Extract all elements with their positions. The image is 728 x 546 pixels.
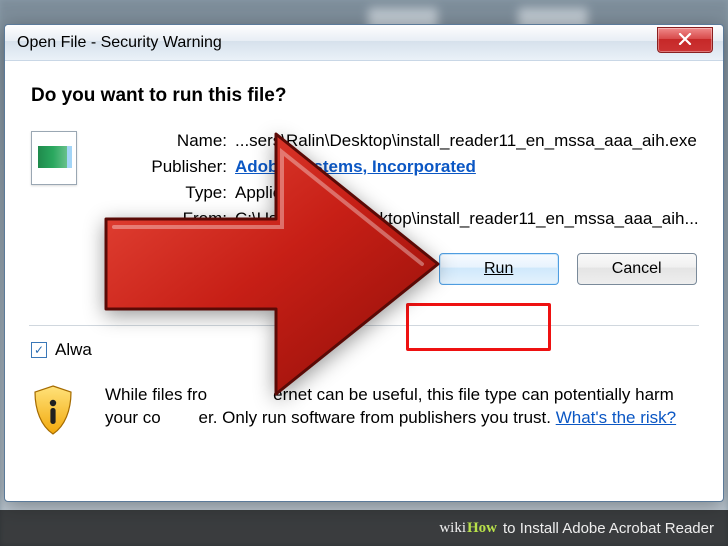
cancel-button[interactable]: Cancel — [577, 253, 697, 285]
publisher-link[interactable]: Adobe Systems, Incorporated — [235, 157, 476, 176]
titlebar[interactable]: Open File - Security Warning — [5, 25, 723, 61]
warning-text: While files from the Internet can be use… — [105, 384, 697, 430]
security-warning-dialog: Open File - Security Warning Do you want… — [4, 24, 724, 502]
name-value: ...sers\Ralin\Desktop\install_reader11_e… — [235, 131, 699, 151]
caption-title: to Install Adobe Acrobat Reader — [503, 520, 714, 537]
caption-footer: wikiHow to Install Adobe Acrobat Reader — [0, 510, 728, 546]
prompt-question: Do you want to run this file? — [31, 85, 697, 107]
dialog-body: Do you want to run this file? Name: ...s… — [5, 61, 723, 501]
close-icon — [677, 33, 693, 47]
shield-icon — [31, 384, 75, 441]
button-row: Run Cancel — [137, 253, 697, 285]
type-label: Type: — [137, 183, 235, 203]
divider — [29, 325, 699, 326]
from-value: C:\Users\Ralin\Desktop\install_reader11_… — [235, 209, 699, 229]
publisher-label: Publisher: — [137, 157, 235, 177]
type-value: Application — [235, 183, 699, 203]
file-details: Name: ...sers\Ralin\Desktop\install_read… — [137, 131, 699, 285]
file-icon — [31, 131, 83, 185]
wiki-how-text: How — [467, 520, 497, 537]
close-button[interactable] — [657, 27, 713, 53]
always-ask-checkbox[interactable]: ✓ — [31, 342, 47, 358]
run-button[interactable]: Run — [439, 253, 559, 285]
window-title: Open File - Security Warning — [17, 34, 222, 52]
always-ask-label: Alwa — [55, 340, 92, 360]
whats-the-risk-link[interactable]: What's the risk? — [556, 408, 676, 427]
name-label: Name: — [137, 131, 235, 151]
from-label: From: — [137, 209, 235, 229]
always-ask-row: ✓ Alwa — [31, 340, 697, 360]
wiki-logo-text: wiki — [439, 520, 466, 537]
